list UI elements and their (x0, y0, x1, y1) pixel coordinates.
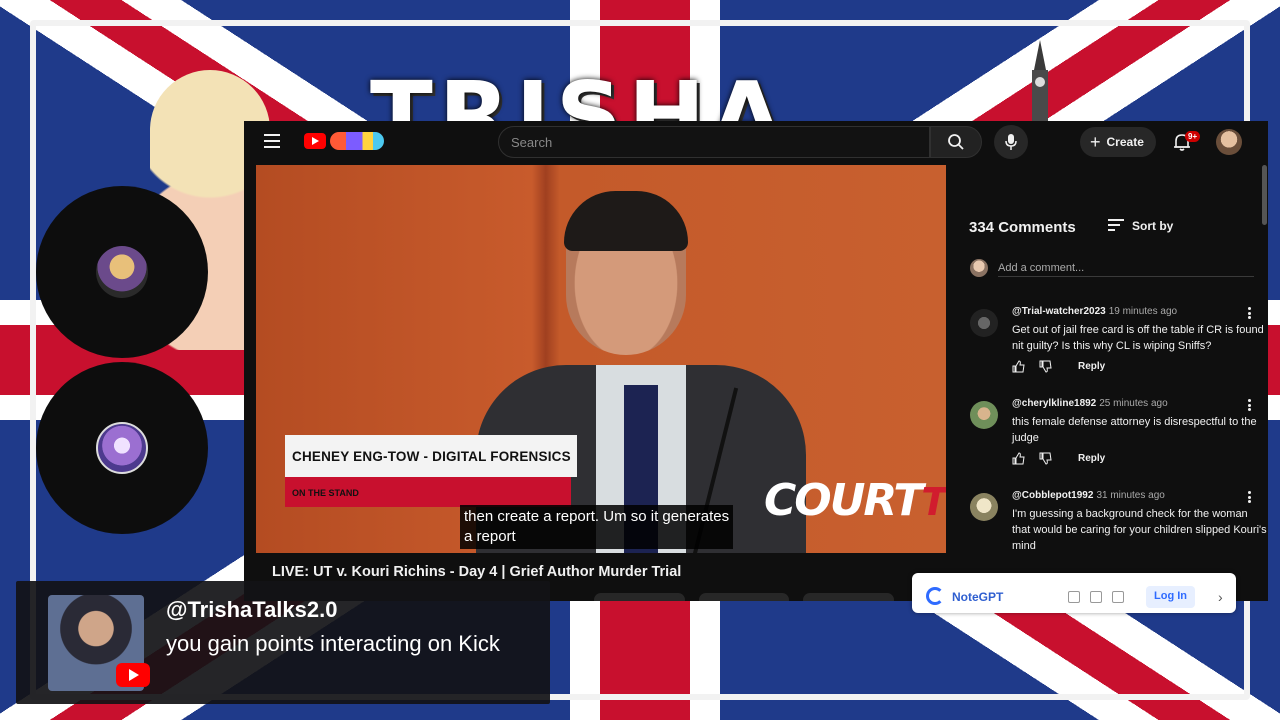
channel-avatar (96, 422, 148, 474)
create-button[interactable]: + Create (1080, 127, 1156, 157)
chat-username: @TrishaTalks2.0 (166, 597, 338, 622)
comment-author[interactable]: @Cobblepot1992 (1012, 490, 1093, 501)
comment-actions: Reply (1012, 452, 1105, 465)
notegpt-tool-icons (1068, 591, 1124, 603)
host-avatar (96, 246, 148, 298)
youtube-doodle-icon[interactable] (330, 132, 384, 150)
more-options-icon[interactable] (1248, 399, 1252, 411)
video-title: LIVE: UT v. Kouri Richins - Day 4 | Grie… (272, 564, 682, 580)
caption-line-2: a report (464, 528, 516, 545)
video-player[interactable]: CHENEY ENG-TOW - DIGITAL FORENSICS ON TH… (256, 165, 946, 553)
comments-panel: 334 Comments Sort by @Trial-watcher20231… (958, 211, 1268, 551)
comment-avatar[interactable] (970, 493, 998, 521)
like-icon[interactable] (1012, 452, 1025, 465)
chat-alert-overlay: @TrishaTalks2.0 you gain points interact… (16, 581, 550, 704)
comment-text: Get out of jail free card is off the tab… (1012, 324, 1264, 352)
microphone-icon (1005, 134, 1017, 150)
like-icon[interactable] (1012, 360, 1025, 373)
comment-time[interactable]: 25 minutes ago (1099, 398, 1167, 409)
more-options-icon[interactable] (1248, 491, 1252, 503)
chat-message: you gain points interacting on Kick (166, 631, 500, 656)
create-label: Create (1106, 135, 1144, 149)
closed-caption: then create a report. Um so it generates… (460, 505, 734, 549)
action-button-placeholder[interactable] (594, 593, 685, 601)
court-tv-logo: COURTTV (764, 475, 946, 526)
chevron-right-icon[interactable]: › (1218, 589, 1223, 605)
notegpt-tool-icon[interactable] (1112, 591, 1124, 603)
comment-meta: @cherylkline1892 25 minutes ago (1012, 398, 1168, 409)
comment-meta: @Trial-watcher2023 19 minutes ago (1012, 306, 1177, 317)
reply-button[interactable]: Reply (1078, 453, 1105, 464)
lower-third-tag: ON THE STAND (285, 477, 571, 507)
notifications-badge: 9+ (1185, 131, 1201, 142)
commenter-avatar (970, 259, 988, 277)
court-tv-logo-suffix: TV (921, 480, 946, 524)
notegpt-login-button[interactable]: Log In (1146, 586, 1195, 608)
notegpt-tool-icon[interactable] (1068, 591, 1080, 603)
youtube-topbar: + Create 9+ (244, 121, 1268, 163)
search-icon (948, 134, 964, 150)
search-input[interactable] (498, 126, 930, 158)
search-button[interactable] (930, 126, 982, 158)
dislike-icon[interactable] (1039, 360, 1052, 373)
notegpt-extension-bar: NoteGPT Log In › (912, 573, 1236, 613)
notegpt-tool-icon[interactable] (1090, 591, 1102, 603)
comment-avatar[interactable] (970, 401, 998, 429)
comment-time[interactable]: 19 minutes ago (1109, 306, 1177, 317)
big-ben-tower-icon (1032, 40, 1048, 130)
sort-by-button[interactable]: Sort by (1132, 219, 1173, 233)
sort-icon[interactable] (1108, 219, 1124, 231)
youtube-logo-icon[interactable] (304, 133, 326, 149)
comment-actions: Reply (1012, 360, 1105, 373)
notegpt-name: NoteGPT (952, 590, 1004, 604)
caption-line-1: then create a report. Um so it generates (464, 508, 730, 525)
webcam-circle-top (36, 186, 208, 358)
video-action-buttons (594, 593, 895, 601)
comment-author[interactable]: @Trial-watcher2023 (1012, 306, 1106, 317)
youtube-badge-icon (116, 663, 150, 687)
more-options-icon[interactable] (1248, 307, 1252, 319)
comment-meta: @Cobblepot1992 31 minutes ago (1012, 490, 1165, 501)
youtube-window: + Create 9+ CHENEY ENG-TOW - DIGITAL FOR… (244, 121, 1268, 601)
hamburger-menu-icon[interactable] (264, 134, 280, 148)
comment-avatar[interactable] (970, 309, 998, 337)
comment-text: I'm guessing a background check for the … (1012, 508, 1267, 551)
comment-text: this female defense attorney is disrespe… (1012, 416, 1257, 444)
lower-third-banner: CHENEY ENG-TOW - DIGITAL FORENSICS ON TH… (285, 435, 577, 507)
account-avatar[interactable] (1216, 129, 1242, 155)
plus-icon: + (1090, 132, 1101, 152)
comment-author[interactable]: @cherylkline1892 (1012, 398, 1096, 409)
lower-third-name: CHENEY ENG-TOW - DIGITAL FORENSICS (285, 435, 577, 477)
comments-count: 334 Comments (969, 219, 1076, 236)
notegpt-logo-icon (926, 587, 944, 605)
action-button-placeholder[interactable] (698, 593, 790, 601)
court-tv-logo-text: COURT (764, 475, 923, 526)
voice-search-button[interactable] (994, 125, 1028, 159)
add-comment-input[interactable] (998, 259, 1254, 277)
comment-time[interactable]: 31 minutes ago (1096, 490, 1164, 501)
webcam-circle-bottom (36, 362, 208, 534)
action-button-placeholder[interactable] (803, 593, 895, 601)
reply-button[interactable]: Reply (1078, 361, 1105, 372)
dislike-icon[interactable] (1039, 452, 1052, 465)
